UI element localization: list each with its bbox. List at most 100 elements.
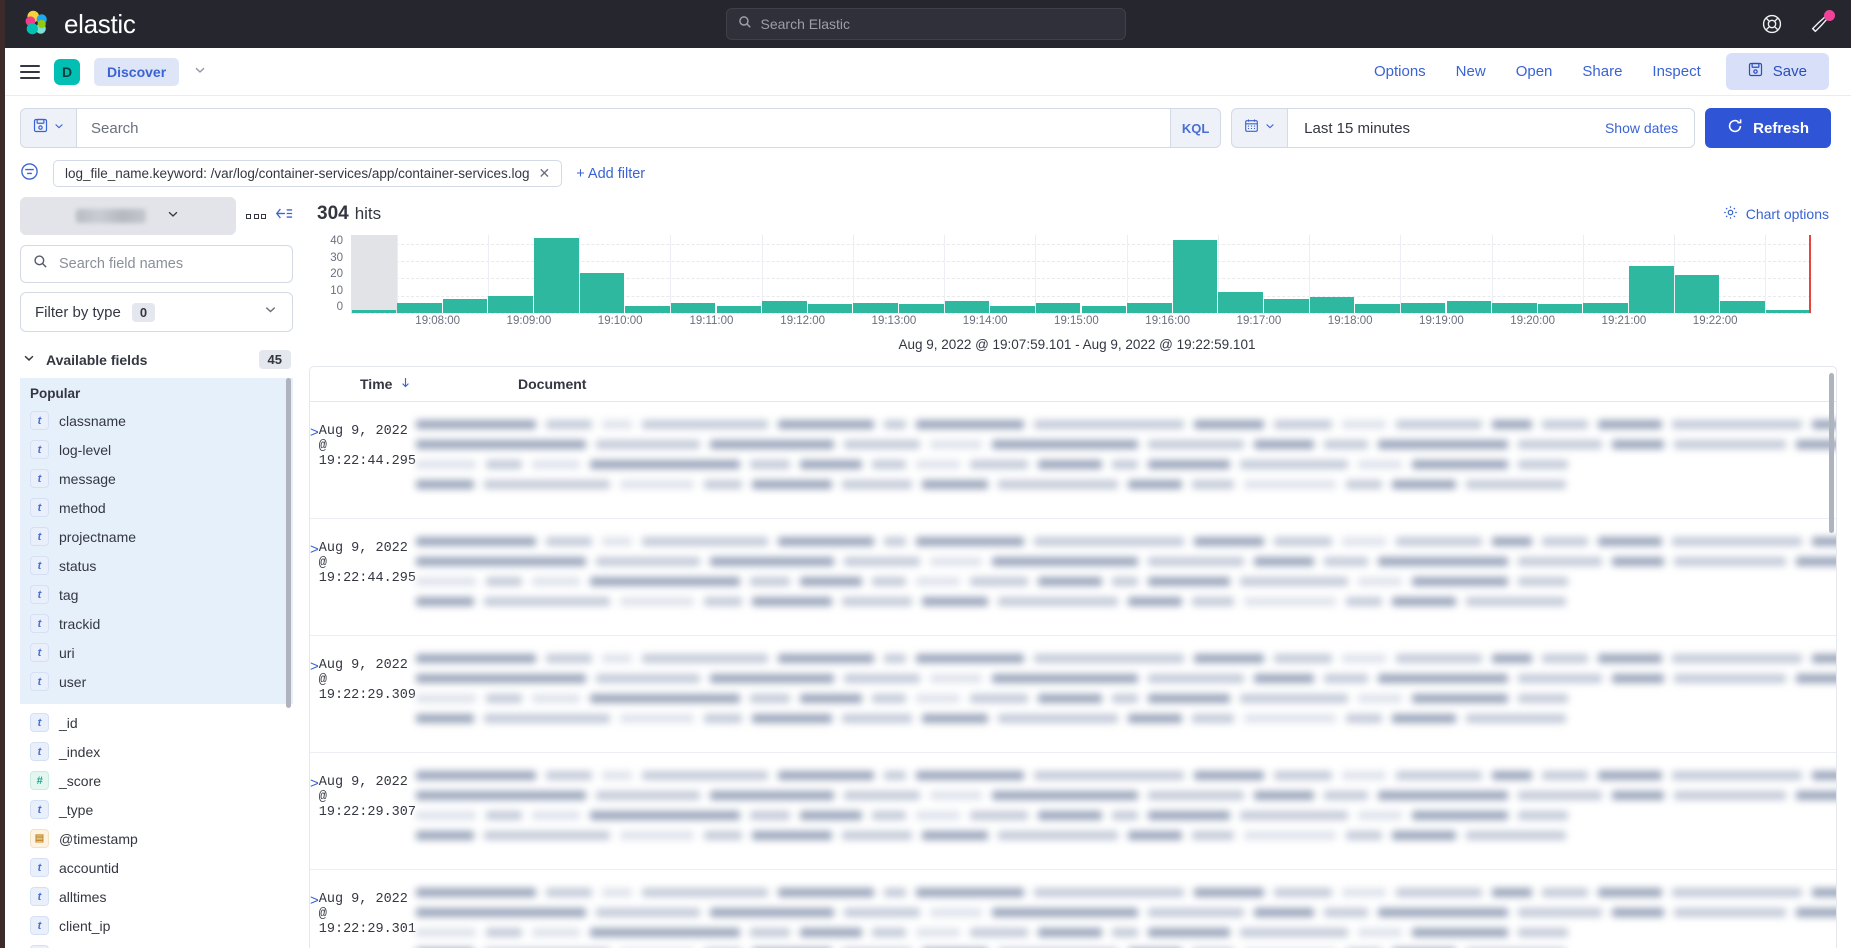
saved-query-button[interactable] [20, 108, 76, 148]
table-row[interactable]: >Aug 9, 2022 @ 19:22:44.295 [310, 402, 1836, 519]
expand-row-button[interactable]: > [310, 870, 319, 948]
histogram-bar[interactable] [1082, 306, 1126, 313]
histogram-bar[interactable] [1492, 303, 1536, 313]
filter-pill[interactable]: log_file_name.keyword: /var/log/containe… [53, 160, 562, 187]
histogram-bar[interactable] [990, 306, 1034, 313]
column-header-document[interactable]: Document [518, 376, 1836, 392]
histogram-bar[interactable] [1720, 301, 1764, 313]
histogram-bar[interactable] [534, 238, 578, 313]
date-quick-select-button[interactable] [1231, 108, 1287, 148]
field-item-@timestamp[interactable]: ▤@timestamp [20, 824, 293, 853]
global-search-input[interactable]: Search Elastic [726, 8, 1126, 40]
time-range-display[interactable]: Last 15 minutes Show dates [1287, 108, 1695, 148]
histogram-bar[interactable] [945, 301, 989, 313]
histogram-bar[interactable] [717, 306, 761, 313]
histogram-bar[interactable] [1036, 303, 1080, 313]
histogram-bar[interactable] [580, 273, 624, 313]
histogram-bar[interactable] [1264, 299, 1308, 313]
histogram-bar[interactable] [899, 304, 943, 313]
field-item-projectname[interactable]: tprojectname [20, 522, 293, 551]
histogram-bar[interactable] [808, 304, 852, 313]
column-header-time[interactable]: Time [310, 376, 518, 392]
add-filter-button[interactable]: + Add filter [576, 166, 645, 182]
histogram-bar[interactable] [1355, 304, 1399, 313]
expand-row-button[interactable]: > [310, 753, 319, 869]
megaphone-icon[interactable] [1809, 13, 1831, 35]
field-item-accountid[interactable]: taccountid [20, 853, 293, 882]
index-pattern-select[interactable] [20, 197, 236, 235]
field-search-input[interactable]: Search field names [20, 245, 293, 283]
histogram-bar[interactable] [1310, 297, 1354, 313]
histogram-bar[interactable] [1675, 275, 1719, 313]
histogram-bar[interactable] [397, 303, 441, 313]
histogram-chart[interactable]: 403020100 19:08:0019:09:0019:10:0019:11:… [309, 227, 1837, 352]
field-item-_type[interactable]: t_type [20, 795, 293, 824]
new-button[interactable]: New [1441, 56, 1501, 87]
histogram-bar[interactable] [762, 301, 806, 313]
histogram-bar[interactable] [1538, 304, 1582, 313]
filter-options-icon[interactable] [20, 162, 39, 186]
table-row[interactable]: >Aug 9, 2022 @ 19:22:29.301 [310, 870, 1836, 948]
field-item-user[interactable]: tuser [20, 667, 293, 696]
chevron-down-icon[interactable] [193, 63, 207, 80]
filter-by-type-button[interactable]: Filter by type 0 [20, 292, 293, 332]
field-item-log-level[interactable]: tlog-level [20, 435, 293, 464]
table-row[interactable]: >Aug 9, 2022 @ 19:22:29.309 [310, 636, 1836, 753]
calendar-icon [1244, 118, 1259, 138]
available-fields-header[interactable]: Available fields 45 [20, 346, 293, 378]
field-item-status[interactable]: tstatus [20, 551, 293, 580]
field-item-trackid[interactable]: ttrackid [20, 609, 293, 638]
expand-row-button[interactable]: > [310, 636, 319, 752]
collapse-panel-icon[interactable] [275, 206, 293, 226]
field-item-_score[interactable]: #_score [20, 766, 293, 795]
histogram-bar[interactable] [625, 306, 669, 313]
table-row[interactable]: >Aug 9, 2022 @ 19:22:29.307 [310, 753, 1836, 870]
field-item-current_request_thread_name[interactable]: tcurrent_request_thread_name [20, 940, 293, 948]
search-input[interactable]: Search [76, 108, 1171, 148]
query-language-button[interactable]: KQL [1171, 108, 1221, 148]
field-item-classname[interactable]: tclassname [20, 406, 293, 435]
open-button[interactable]: Open [1501, 56, 1568, 87]
expand-row-button[interactable]: > [310, 519, 319, 635]
histogram-bar[interactable] [1401, 303, 1445, 313]
refresh-button[interactable]: Refresh [1705, 108, 1831, 148]
field-item-_index[interactable]: t_index [20, 737, 293, 766]
field-item-message[interactable]: tmessage [20, 464, 293, 493]
histogram-bar[interactable] [1766, 310, 1810, 313]
histogram-bar[interactable] [352, 310, 396, 313]
chevron-right-icon: > [310, 658, 319, 752]
histogram-bar[interactable] [1583, 303, 1627, 313]
histogram-bar[interactable] [443, 299, 487, 313]
histogram-bar[interactable] [671, 303, 715, 313]
lifebuoy-icon[interactable] [1761, 13, 1783, 35]
brand[interactable]: elastic [0, 9, 136, 40]
field-item-client_ip[interactable]: tclient_ip [20, 911, 293, 940]
table-scrollbar[interactable] [1829, 373, 1834, 533]
inspect-button[interactable]: Inspect [1637, 56, 1715, 87]
save-button[interactable]: Save [1726, 53, 1829, 90]
hamburger-menu-icon[interactable] [20, 65, 40, 79]
histogram-bar[interactable] [1218, 292, 1262, 313]
options-button[interactable]: Options [1359, 56, 1441, 87]
chart-options-button[interactable]: Chart options [1723, 205, 1829, 223]
show-dates-button[interactable]: Show dates [1605, 120, 1678, 136]
ellipsis-icon[interactable] [246, 214, 266, 219]
field-item-uri[interactable]: turi [20, 638, 293, 667]
histogram-bar[interactable] [1447, 301, 1491, 313]
close-icon[interactable]: ✕ [538, 165, 550, 182]
histogram-bar[interactable] [1127, 303, 1171, 313]
histogram-bar[interactable] [488, 296, 532, 313]
breadcrumb-discover[interactable]: Discover [94, 58, 179, 86]
field-item-method[interactable]: tmethod [20, 493, 293, 522]
field-item-_id[interactable]: t_id [20, 708, 293, 737]
histogram-bar[interactable] [853, 303, 897, 313]
expand-row-button[interactable]: > [310, 402, 319, 518]
histogram-bar[interactable] [1629, 266, 1673, 313]
field-item-alltimes[interactable]: talltimes [20, 882, 293, 911]
field-item-tag[interactable]: ttag [20, 580, 293, 609]
share-button[interactable]: Share [1567, 56, 1637, 87]
sidebar-scrollbar[interactable] [286, 378, 291, 708]
histogram-bar[interactable] [1173, 240, 1217, 313]
x-tick-label: 19:09:00 [507, 315, 552, 327]
table-row[interactable]: >Aug 9, 2022 @ 19:22:44.295 [310, 519, 1836, 636]
